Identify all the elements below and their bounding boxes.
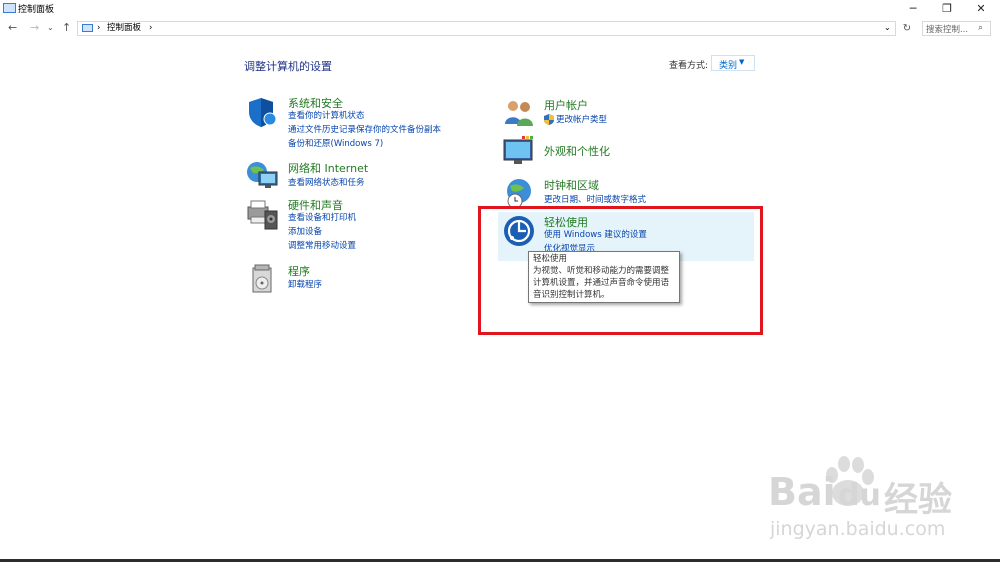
link-change-date-time-format[interactable]: 更改日期、时间或数字格式 [544, 194, 646, 206]
link-view-computer-status[interactable]: 查看你的计算机状态 [288, 110, 365, 122]
up-button[interactable]: ↑ [62, 21, 71, 35]
programs-icon[interactable] [245, 262, 279, 296]
category-network-internet[interactable]: 网络和 Internet [288, 160, 368, 176]
search-placeholder: 搜索控制... [926, 25, 969, 35]
watermark-brand: Bai [768, 470, 836, 514]
minimize-button[interactable]: ─ [896, 0, 930, 17]
appearance-monitor-icon[interactable] [502, 134, 536, 168]
back-button[interactable]: ← [8, 21, 17, 35]
category-system-security[interactable]: 系统和安全 [288, 95, 343, 111]
view-by-label: 查看方式: [669, 61, 709, 71]
link-network-status[interactable]: 查看网络状态和任务 [288, 177, 365, 189]
link-backup-restore[interactable]: 备份和还原(Windows 7) [288, 138, 383, 150]
category-hardware-sound[interactable]: 硬件和声音 [288, 197, 343, 213]
watermark-url: jingyan.baidu.com [770, 518, 946, 540]
watermark-brand-du: du [838, 478, 881, 513]
user-accounts-icon[interactable] [502, 96, 536, 130]
network-globe-icon[interactable] [245, 158, 279, 192]
control-panel-icon [82, 24, 93, 32]
clock-globe-icon[interactable] [502, 176, 536, 210]
recent-locations-button[interactable]: ⌄ [47, 21, 54, 35]
link-devices-printers[interactable]: 查看设备和打印机 [288, 212, 356, 224]
printer-icon[interactable] [245, 197, 279, 231]
breadcrumb-separator[interactable]: › [149, 22, 152, 34]
uac-shield-icon [544, 114, 554, 125]
page-title: 调整计算机的设置 [244, 60, 332, 73]
category-appearance-personalization[interactable]: 外观和个性化 [544, 143, 610, 159]
forward-button[interactable]: → [30, 21, 39, 35]
link-change-account-type[interactable]: 更改帐户类型 [556, 114, 607, 126]
maximize-button[interactable]: ❐ [930, 0, 964, 17]
view-by-value[interactable]: 类别 [719, 58, 737, 71]
window-title: 控制面板 [18, 5, 55, 15]
link-file-history-backup[interactable]: 通过文件历史记录保存你的文件备份副本 [288, 124, 441, 136]
link-uninstall-program[interactable]: 卸载程序 [288, 279, 322, 291]
annotation-highlight-box [478, 206, 763, 335]
category-programs[interactable]: 程序 [288, 263, 310, 279]
chevron-down-icon[interactable]: ▼ [739, 58, 744, 66]
refresh-button[interactable]: ↻ [900, 21, 914, 36]
title-bar [0, 0, 1000, 17]
breadcrumb-separator[interactable]: › [97, 22, 100, 34]
address-history-button[interactable]: ⌄ [884, 22, 891, 34]
shield-icon[interactable] [246, 95, 280, 129]
search-icon[interactable]: ⌕ [978, 23, 983, 33]
address-bar[interactable] [77, 21, 896, 36]
control-panel-icon [3, 3, 16, 13]
watermark-product: 经验 [884, 480, 952, 520]
category-clock-region[interactable]: 时钟和区域 [544, 177, 599, 193]
category-user-accounts[interactable]: 用户帐户 [544, 97, 588, 113]
link-add-device[interactable]: 添加设备 [288, 226, 322, 238]
breadcrumb-control-panel[interactable]: 控制面板 [107, 22, 141, 34]
link-mobility-settings[interactable]: 调整常用移动设置 [288, 240, 356, 252]
close-button[interactable]: ✕ [964, 0, 998, 17]
